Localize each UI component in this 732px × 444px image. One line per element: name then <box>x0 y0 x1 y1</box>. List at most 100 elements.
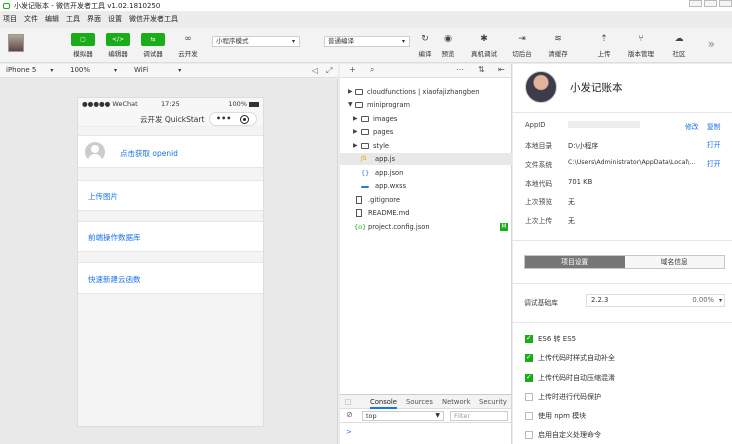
community-label: 社区 <box>672 50 686 58</box>
network-select[interactable]: WiFi ▾ <box>134 66 181 74</box>
cloud-function-card[interactable]: 快速新建云函数 <box>78 262 263 294</box>
more-chevron-icon[interactable]: » <box>708 37 715 51</box>
tree-item-app-js[interactable]: JS app.js <box>340 153 512 165</box>
appid-label: AppID <box>525 121 546 129</box>
tree-item-style[interactable]: ▶ style <box>340 140 512 152</box>
editor-button[interactable]: </> 编辑器 <box>103 33 133 59</box>
console-prompt[interactable]: > <box>346 428 352 436</box>
capsule-button[interactable]: ••• <box>209 112 257 126</box>
debugger-icon: ⇆ <box>141 33 165 46</box>
expand-icon[interactable]: ⤢ <box>326 66 332 76</box>
collapse-icon[interactable]: ⇤ <box>498 65 505 74</box>
open-filesys-link[interactable]: 打开 <box>707 158 721 168</box>
checkbox[interactable] <box>525 334 533 343</box>
tab-security[interactable]: Security <box>479 398 507 406</box>
device-select[interactable]: iPhone 5 ▾ <box>6 66 53 74</box>
upload-image-card[interactable]: 上传图片 <box>78 180 263 211</box>
filesys-value: C:\Users\Administrator\AppData\Local\... <box>568 159 696 166</box>
upload-image-link[interactable]: 上传图片 <box>88 191 118 202</box>
tree-item-gitignore[interactable]: .gitignore <box>340 194 512 206</box>
switch-background-button[interactable]: ⇥ 切后台 <box>507 33 537 59</box>
menu-file[interactable]: 文件 <box>24 14 38 24</box>
option-label: 上传代码时自动压缩混淆 <box>538 374 615 382</box>
divider <box>513 240 732 241</box>
tree-item-label: pages <box>373 128 394 136</box>
clear-console-icon[interactable]: ⊘ <box>346 410 353 419</box>
baselib-select[interactable]: 2.2.3 0.00% ▾ <box>586 294 725 307</box>
file-explorer: + ⌕ ⋯ ⇅ ⇤ ▶ cloudfunctions | xiaofajizha… <box>340 64 512 394</box>
mode-select[interactable]: 小程序模式 ▾ <box>212 36 300 47</box>
inspect-icon[interactable]: ⬚ <box>345 398 351 406</box>
checkbox[interactable] <box>525 373 533 382</box>
menu-view[interactable]: 界面 <box>87 14 101 24</box>
menu-settings[interactable]: 设置 <box>108 14 122 24</box>
tree-item-cloudfunctions[interactable]: ▶ cloudfunctions | xiaofajizhangben <box>340 86 512 98</box>
close-button[interactable] <box>719 0 732 7</box>
chevron-down-icon: ▾ <box>114 67 118 74</box>
community-button[interactable]: ☁ 社区 <box>664 33 694 59</box>
tree-item-miniprogram[interactable]: ▼ miniprogram <box>340 99 512 111</box>
real-device-debug-button[interactable]: ✱ 真机调试 <box>469 33 499 59</box>
modify-link[interactable]: 修改 <box>685 121 699 131</box>
preview-button[interactable]: ◉ 预览 <box>433 33 463 59</box>
menu-edit[interactable]: 编辑 <box>45 14 59 24</box>
checkbox[interactable] <box>525 353 533 362</box>
chevron-down-icon: ▾ <box>50 67 54 74</box>
zoom-select-value: 100% <box>70 66 91 74</box>
debugger-button[interactable]: ⇆ 调试器 <box>138 33 168 59</box>
sound-icon[interactable]: ◁ <box>312 66 318 75</box>
openid-card[interactable]: 点击获取 openid <box>78 135 263 168</box>
version-button[interactable]: ⑂ 版本管理 <box>626 33 656 59</box>
more-dots-icon[interactable]: ••• <box>216 113 231 125</box>
tree-item-project-config[interactable]: {o} project.config.json M <box>340 221 512 233</box>
tab-network[interactable]: Network <box>442 398 470 406</box>
tree-item-app-wxss[interactable]: app.wxss <box>340 180 512 192</box>
folder-icon <box>361 143 369 149</box>
checkbox[interactable] <box>525 393 533 401</box>
cloud-function-link[interactable]: 快速新建云函数 <box>88 274 141 285</box>
menu-devtools[interactable]: 微信开发者工具 <box>129 14 178 24</box>
option-label: ES6 转 ES5 <box>538 335 577 343</box>
tree-item-pages[interactable]: ▶ pages <box>340 126 512 138</box>
search-icon[interactable]: ⌕ <box>370 65 374 75</box>
tab-project-settings[interactable]: 项目设置 <box>525 256 625 268</box>
console-filter-input[interactable]: Filter <box>450 411 508 421</box>
minimize-button[interactable] <box>689 0 702 7</box>
upload-button[interactable]: ⇡ 上传 <box>589 33 619 59</box>
open-localdir-link[interactable]: 打开 <box>707 139 721 149</box>
last-preview-value: 无 <box>568 198 575 206</box>
database-card[interactable]: 前端操作数据库 <box>78 221 263 252</box>
time-text: 17:25 <box>161 100 180 108</box>
tab-sources[interactable]: Sources <box>406 398 433 406</box>
sort-icon[interactable]: ⇅ <box>478 65 485 74</box>
compile-select[interactable]: 普通编译 ▾ <box>324 36 410 47</box>
tab-console[interactable]: Console <box>370 398 397 409</box>
upload-label: 上传 <box>597 50 611 58</box>
tree-item-label: miniprogram <box>367 101 411 109</box>
tree-item-images[interactable]: ▶ images <box>340 113 512 125</box>
add-icon[interactable]: + <box>349 65 356 74</box>
checkbox[interactable] <box>525 431 533 439</box>
file-icon <box>356 209 362 217</box>
close-record-icon[interactable] <box>240 115 249 124</box>
chevron-down-icon: ▼ <box>348 101 353 108</box>
menu-tools[interactable]: 工具 <box>66 14 80 24</box>
context-select[interactable]: top ▼ <box>362 411 444 421</box>
openid-link[interactable]: 点击获取 openid <box>120 148 178 159</box>
database-link[interactable]: 前端操作数据库 <box>88 232 141 243</box>
zoom-select[interactable]: 100% ▾ <box>70 66 117 74</box>
more-icon[interactable]: ⋯ <box>456 65 464 74</box>
wxss-file-icon <box>361 186 369 188</box>
tab-domain-info[interactable]: 域名信息 <box>624 256 724 268</box>
user-avatar[interactable] <box>8 34 24 52</box>
menu-project[interactable]: 项目 <box>3 14 17 24</box>
chevron-down-icon: ▾ <box>178 67 182 74</box>
copy-link[interactable]: 复制 <box>707 121 721 131</box>
clear-cache-button[interactable]: ≋ 清缓存 <box>543 33 573 59</box>
tree-item-app-json[interactable]: {} app.json <box>340 167 512 179</box>
checkbox[interactable] <box>525 412 533 420</box>
cloud-dev-button[interactable]: ∞ 云开发 <box>173 33 203 59</box>
tree-item-readme[interactable]: README.md <box>340 207 512 219</box>
simulator-button[interactable]: ▢ 模拟器 <box>68 33 98 59</box>
maximize-button[interactable] <box>704 0 717 7</box>
